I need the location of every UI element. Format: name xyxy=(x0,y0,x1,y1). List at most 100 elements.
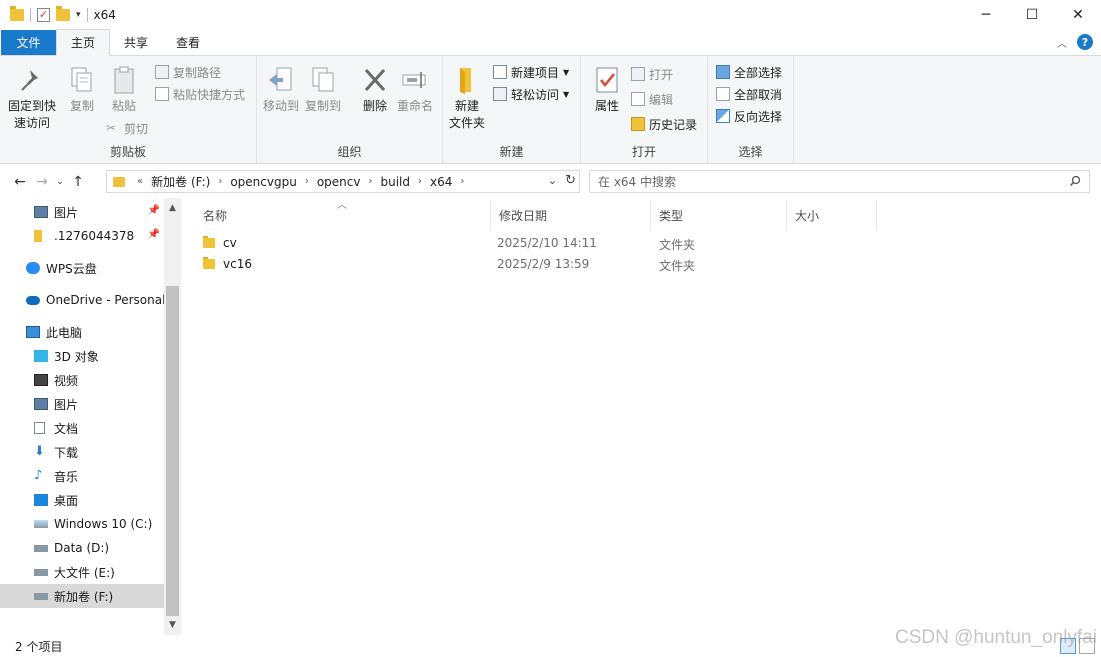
chevron-right-icon[interactable]: › xyxy=(456,176,468,187)
nav-item-drive-c[interactable]: Windows 10 (C:) xyxy=(0,513,164,535)
select-none-button[interactable]: 全部取消 xyxy=(716,84,782,104)
window-title: x64 xyxy=(93,8,116,22)
nav-item-drive-f[interactable]: 新加卷 (F:) xyxy=(0,584,164,608)
search-placeholder: 在 x64 中搜索 xyxy=(598,175,677,189)
column-header-name[interactable]: 名称 xyxy=(195,200,491,230)
cut-button[interactable]: ✂ 剪切 xyxy=(106,118,148,138)
invert-selection-button[interactable]: 反向选择 xyxy=(716,106,782,126)
rename-button[interactable]: 重命名 xyxy=(397,64,433,115)
nav-item-folder-pinned[interactable]: .1276044378 📌 xyxy=(0,225,164,247)
delete-label: 删除 xyxy=(362,99,387,113)
customize-dropdown-icon[interactable]: ▾ xyxy=(76,10,81,20)
breadcrumb-item[interactable]: x64 xyxy=(426,175,456,189)
address-bar[interactable]: « 新加卷 (F:) › opencvgpu › opencv › build … xyxy=(106,170,580,193)
paste-shortcut-button[interactable]: 粘贴快捷方式 xyxy=(155,84,245,104)
copy-to-button[interactable]: 复制到 xyxy=(305,64,341,115)
paste-button[interactable]: 粘贴 xyxy=(108,64,140,115)
cut-label: 剪切 xyxy=(124,121,149,136)
easy-access-button[interactable]: 轻松访问 ▼ xyxy=(493,84,569,104)
pin-icon xyxy=(21,70,38,91)
column-header-type[interactable]: 类型 xyxy=(651,200,787,230)
easy-access-dropdown-icon: ▼ xyxy=(563,89,570,99)
tab-home[interactable]: 主页 xyxy=(56,29,111,56)
tab-file[interactable]: 文件 xyxy=(1,30,56,55)
invert-selection-label: 反向选择 xyxy=(734,109,783,124)
nav-item-music[interactable]: ♪ 音乐 xyxy=(0,465,164,487)
nav-item-wps-cloud[interactable]: WPS云盘 xyxy=(0,257,164,279)
open-group-label: 打开 xyxy=(631,145,656,159)
breadcrumb-item[interactable]: opencv xyxy=(313,175,365,189)
breadcrumb-item[interactable]: build xyxy=(376,175,414,189)
nav-item-3d-objects[interactable]: 3D 对象 xyxy=(0,345,164,367)
paste-label: 粘贴 xyxy=(111,99,136,113)
breadcrumb-item[interactable]: 新加卷 (F:) xyxy=(147,173,214,190)
chevron-right-icon[interactable]: › xyxy=(214,176,226,187)
nav-item-videos[interactable]: 视频 xyxy=(0,369,164,391)
delete-button[interactable]: 删除 xyxy=(359,64,391,115)
recent-locations-dropdown-icon[interactable]: ⌄ xyxy=(53,177,67,187)
file-list: ︿ 名称 修改日期 类型 大小 cv 2025/2/10 14:11 文件夹 v… xyxy=(185,198,1101,635)
new-item-button[interactable]: 新建项目 ▼ xyxy=(493,62,569,82)
chevron-right-icon[interactable]: › xyxy=(414,176,426,187)
open-button[interactable]: 打开 xyxy=(631,64,673,84)
history-label: 历史记录 xyxy=(649,117,698,132)
new-item-label: 新建项目 xyxy=(511,65,560,80)
scroll-up-icon[interactable]: ▲ xyxy=(164,200,181,216)
select-all-button[interactable]: 全部选择 xyxy=(716,62,782,82)
copy-path-button[interactable]: 复制路径 xyxy=(155,62,221,82)
new-folder-label-line2: 文件夹 xyxy=(449,116,486,130)
tab-share[interactable]: 共享 xyxy=(110,30,162,55)
nav-item-label: .1276044378 xyxy=(54,229,135,243)
nav-item-this-pc[interactable]: 此电脑 xyxy=(0,321,164,343)
properties-quick-icon[interactable]: ✓ xyxy=(37,8,50,22)
column-header-modified[interactable]: 修改日期 xyxy=(491,200,651,230)
history-button[interactable]: 历史记录 xyxy=(631,114,697,134)
nav-item-onedrive[interactable]: OneDrive - Personal xyxy=(0,289,164,311)
nav-item-documents[interactable]: 文档 xyxy=(0,417,164,439)
nav-item-drive-d[interactable]: Data (D:) xyxy=(0,537,164,559)
nav-item-pictures-pinned[interactable]: 图片 📌 xyxy=(0,201,164,223)
search-input[interactable]: 在 x64 中搜索 xyxy=(589,170,1090,193)
nav-item-label: Windows 10 (C:) xyxy=(54,517,153,531)
address-dropdown-icon[interactable]: ⌄ xyxy=(548,174,557,187)
scroll-down-icon[interactable]: ▼ xyxy=(164,617,181,633)
nav-item-drive-e[interactable]: 大文件 (E:) xyxy=(0,561,164,583)
nav-item-downloads[interactable]: ⬇ 下载 xyxy=(0,441,164,463)
tab-view[interactable]: 查看 xyxy=(162,30,214,55)
nav-item-pictures[interactable]: 图片 xyxy=(0,393,164,415)
column-header-size[interactable]: 大小 xyxy=(787,200,877,230)
minimize-button[interactable]: ─ xyxy=(963,0,1009,30)
close-button[interactable]: ✕ xyxy=(1055,0,1101,30)
scrollbar-thumb[interactable] xyxy=(166,286,179,616)
pin-quick-access-button[interactable]: 固定到快 速访问 xyxy=(8,64,56,132)
new-group-label: 新建 xyxy=(499,145,524,159)
crumb-overflow[interactable]: « xyxy=(133,176,147,187)
breadcrumb-item[interactable]: opencvgpu xyxy=(226,175,301,189)
pin-icon[interactable]: 📌 xyxy=(148,229,160,240)
nav-item-label: 图片 xyxy=(54,397,79,412)
table-row[interactable]: vc16 2025/2/9 13:59 文件夹 xyxy=(195,254,1085,275)
search-icon[interactable] xyxy=(1069,175,1081,187)
clipboard-icon xyxy=(114,66,134,94)
forward-arrow-icon[interactable]: → xyxy=(31,174,53,190)
copy-button[interactable]: 复制 xyxy=(66,64,98,115)
chevron-right-icon[interactable]: › xyxy=(301,176,313,187)
copy-path-icon xyxy=(155,65,169,79)
move-to-button[interactable]: 移动到 xyxy=(263,64,299,115)
refresh-icon[interactable]: ↻ xyxy=(565,173,576,188)
table-row[interactable]: cv 2025/2/10 14:11 文件夹 xyxy=(195,233,1085,254)
chevron-right-icon[interactable]: › xyxy=(364,176,376,187)
collapse-ribbon-icon[interactable]: ︿ xyxy=(1057,35,1067,50)
maximize-button[interactable]: ☐ xyxy=(1009,0,1055,30)
up-arrow-icon[interactable]: ↑ xyxy=(67,174,89,190)
properties-button[interactable]: 属性 xyxy=(591,64,623,115)
new-folder-quick-icon[interactable] xyxy=(56,6,70,21)
help-icon[interactable]: ? xyxy=(1077,34,1093,50)
pin-icon[interactable]: 📌 xyxy=(148,205,160,216)
new-folder-button[interactable]: 新建 文件夹 xyxy=(449,64,485,132)
nav-pane-scrollbar[interactable]: ▲ ▼ xyxy=(164,198,181,635)
nav-item-desktop[interactable]: 桌面 xyxy=(0,489,164,511)
back-arrow-icon[interactable]: ← xyxy=(9,174,31,190)
edit-button[interactable]: 编辑 xyxy=(631,89,673,109)
folder-icon xyxy=(113,176,125,187)
